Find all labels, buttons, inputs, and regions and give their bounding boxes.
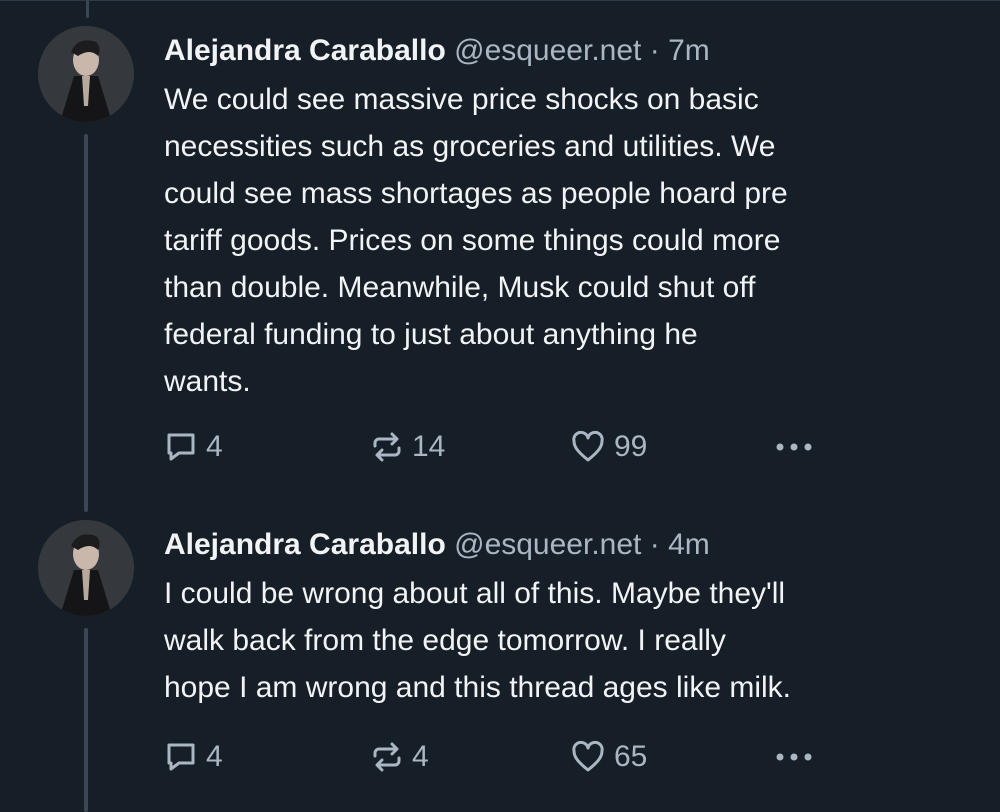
- post-text: I could be wrong about all of this. Mayb…: [164, 577, 791, 704]
- heart-icon: [570, 430, 606, 464]
- post-timestamp[interactable]: 7m: [668, 34, 710, 67]
- post-actions: 4 14 99: [164, 427, 824, 467]
- more-options-icon: [774, 441, 814, 453]
- post-text: We could see massive price shocks on bas…: [164, 83, 788, 398]
- more-options-button[interactable]: [774, 427, 814, 467]
- reply-button[interactable]: 4: [164, 427, 223, 467]
- like-count: 65: [614, 740, 648, 773]
- post-timestamp[interactable]: 4m: [668, 528, 710, 561]
- like-count: 99: [614, 430, 648, 463]
- repost-button[interactable]: 14: [370, 427, 445, 467]
- post-1[interactable]: Alejandra Caraballo @esqueer.net · 7m We…: [0, 0, 1000, 500]
- author-handle[interactable]: @esqueer.net: [454, 34, 641, 67]
- reply-count: 4: [206, 430, 223, 463]
- author-name[interactable]: Alejandra Caraballo: [164, 34, 446, 67]
- author-handle[interactable]: @esqueer.net: [454, 528, 641, 561]
- repost-count: 4: [412, 740, 429, 773]
- post-header: Alejandra Caraballo @esqueer.net · 4m: [164, 526, 964, 564]
- heart-icon: [570, 740, 606, 774]
- post-2[interactable]: Alejandra Caraballo @esqueer.net · 4m I …: [0, 500, 1000, 812]
- post-actions: 4 4 65: [164, 737, 824, 777]
- repost-icon: [370, 430, 404, 464]
- like-button[interactable]: 65: [570, 737, 647, 777]
- avatar[interactable]: [38, 26, 134, 122]
- repost-icon: [370, 740, 404, 774]
- separator-dot: ·: [649, 528, 660, 561]
- more-options-icon: [774, 751, 814, 763]
- avatar[interactable]: [38, 520, 134, 616]
- reply-count: 4: [206, 740, 223, 773]
- repost-count: 14: [412, 430, 446, 463]
- repost-button[interactable]: 4: [370, 737, 429, 777]
- reply-icon: [164, 740, 198, 774]
- author-name[interactable]: Alejandra Caraballo: [164, 528, 446, 561]
- reply-button[interactable]: 4: [164, 737, 223, 777]
- post-header: Alejandra Caraballo @esqueer.net · 7m: [164, 32, 964, 70]
- more-options-button[interactable]: [774, 737, 814, 777]
- avatar-image: [38, 26, 134, 122]
- avatar-image: [38, 520, 134, 616]
- reply-icon: [164, 430, 198, 464]
- like-button[interactable]: 99: [570, 427, 647, 467]
- separator-dot: ·: [649, 34, 660, 67]
